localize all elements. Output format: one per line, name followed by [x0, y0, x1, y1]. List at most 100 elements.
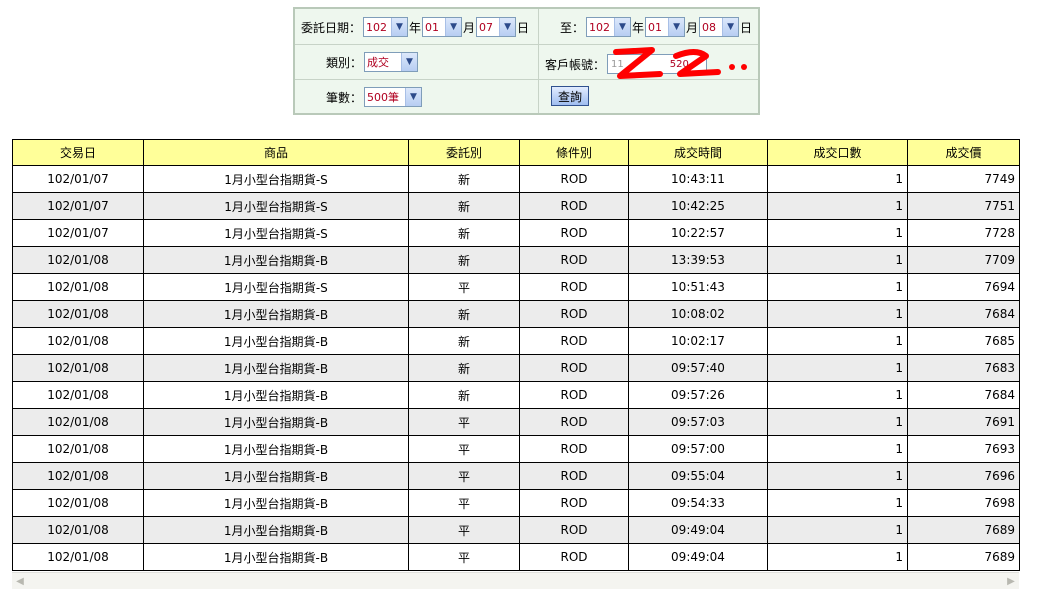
cell-fill-price: 7749 — [907, 165, 1020, 193]
table-row[interactable]: 102/01/08 1月小型台指期貨-B 平 ROD 09:49:04 1 7689 — [12, 516, 1020, 544]
cell-trade-date: 102/01/08 — [12, 381, 144, 409]
cell-trade-date: 102/01/08 — [12, 354, 144, 382]
query-button[interactable]: 查詢 — [551, 86, 590, 106]
header-product[interactable]: 商品 — [143, 139, 409, 166]
cell-product: 1月小型台指期貨-B — [143, 246, 409, 274]
table-row[interactable]: 102/01/08 1月小型台指期貨-B 平 ROD 09:57:00 1 7693 — [12, 435, 1020, 463]
cell-order-type: 新 — [408, 192, 520, 220]
cell-order-type: 平 — [408, 543, 520, 571]
table-row[interactable]: 102/01/08 1月小型台指期貨-S 平 ROD 10:51:43 1 7694 — [12, 273, 1020, 301]
account-label: 客戶帳號： — [545, 57, 606, 72]
cell-trade-date: 102/01/08 — [12, 246, 144, 274]
cell-fill-lots: 1 — [767, 165, 908, 193]
cell-fill-lots: 1 — [767, 381, 908, 409]
cell-trade-date: 102/01/07 — [12, 192, 144, 220]
to-day-select[interactable]: 08 ▼ — [699, 17, 740, 37]
horizontal-scrollbar[interactable]: ◀ ▶ — [12, 572, 1019, 589]
category-field: 類別： 成交 ▼ — [326, 50, 419, 74]
header-fill-price[interactable]: 成交價 — [907, 139, 1020, 166]
header-order-type[interactable]: 委託別 — [408, 139, 520, 166]
cell-product: 1月小型台指期貨-S — [143, 165, 409, 193]
table-row[interactable]: 102/01/08 1月小型台指期貨-B 新 ROD 10:08:02 1 7684 — [12, 300, 1020, 328]
cell-fill-time: 10:08:02 — [628, 300, 768, 328]
table-row[interactable]: 102/01/08 1月小型台指期貨-B 新 ROD 09:57:40 1 7683 — [12, 354, 1020, 382]
table-row[interactable]: 102/01/07 1月小型台指期貨-S 新 ROD 10:43:11 1 7749 — [12, 165, 1020, 193]
header-fill-time[interactable]: 成交時間 — [628, 139, 768, 166]
cell-trade-date: 102/01/08 — [12, 300, 144, 328]
cell-condition: ROD — [519, 435, 629, 463]
cell-order-type: 新 — [408, 219, 520, 247]
table-row[interactable]: 102/01/08 1月小型台指期貨-B 新 ROD 09:57:26 1 7684 — [12, 381, 1020, 409]
table-row[interactable]: 102/01/08 1月小型台指期貨-B 新 ROD 13:39:53 1 7709 — [12, 246, 1020, 274]
chevron-down-icon: ▼ — [445, 18, 462, 36]
cell-product: 1月小型台指期貨-B — [143, 543, 409, 571]
redaction-scribble — [613, 47, 747, 79]
cell-fill-time: 09:55:04 — [628, 462, 768, 490]
cell-fill-lots: 1 — [767, 543, 908, 571]
cell-fill-lots: 1 — [767, 354, 908, 382]
cell-fill-lots: 1 — [767, 246, 908, 274]
table-row[interactable]: 102/01/07 1月小型台指期貨-S 新 ROD 10:22:57 1 7728 — [12, 219, 1020, 247]
header-trade-date[interactable]: 交易日 — [12, 139, 144, 166]
from-day-select[interactable]: 07 ▼ — [476, 17, 517, 37]
cell-fill-time: 10:02:17 — [628, 327, 768, 355]
table-row[interactable]: 102/01/08 1月小型台指期貨-B 平 ROD 09:54:33 1 7698 — [12, 489, 1020, 517]
chevron-right-icon[interactable]: ▶ — [1003, 574, 1019, 589]
trade-table: 交易日 商品 委託別 條件別 成交時間 成交口數 成交價 102/01/07 1月… — [12, 139, 1020, 571]
cell-fill-price: 7691 — [907, 408, 1020, 436]
cell-trade-date: 102/01/08 — [12, 489, 144, 517]
cell-condition: ROD — [519, 273, 629, 301]
cell-product: 1月小型台指期貨-S — [143, 192, 409, 220]
from-year-select[interactable]: 102 ▼ — [363, 17, 409, 37]
cell-fill-time: 10:51:43 — [628, 273, 768, 301]
cell-condition: ROD — [519, 219, 629, 247]
cell-product: 1月小型台指期貨-B — [143, 462, 409, 490]
cell-condition: ROD — [519, 327, 629, 355]
chevron-down-icon: ▼ — [722, 18, 739, 36]
from-month-select[interactable]: 01 ▼ — [422, 17, 463, 37]
year-unit: 年 — [409, 20, 422, 35]
cell-fill-time: 13:39:53 — [628, 246, 768, 274]
cell-condition: ROD — [519, 192, 629, 220]
cell-trade-date: 102/01/08 — [12, 462, 144, 490]
cell-trade-date: 102/01/08 — [12, 435, 144, 463]
month-unit: 月 — [686, 20, 699, 35]
cell-fill-price: 7751 — [907, 192, 1020, 220]
to-month-select[interactable]: 01 ▼ — [645, 17, 686, 37]
cell-order-type: 新 — [408, 327, 520, 355]
chevron-down-icon: ▼ — [614, 18, 631, 36]
cell-trade-date: 102/01/08 — [12, 543, 144, 571]
cell-fill-lots: 1 — [767, 192, 908, 220]
form-divider — [538, 9, 539, 113]
cell-fill-price: 7696 — [907, 462, 1020, 490]
cell-condition: ROD — [519, 516, 629, 544]
cell-fill-price: 7689 — [907, 516, 1020, 544]
cell-fill-lots: 1 — [767, 516, 908, 544]
cell-fill-time: 10:42:25 — [628, 192, 768, 220]
header-condition[interactable]: 條件別 — [519, 139, 629, 166]
cell-fill-time: 10:43:11 — [628, 165, 768, 193]
header-fill-lots[interactable]: 成交口數 — [767, 139, 908, 166]
cell-fill-price: 7728 — [907, 219, 1020, 247]
cell-condition: ROD — [519, 489, 629, 517]
table-row[interactable]: 102/01/08 1月小型台指期貨-B 平 ROD 09:57:03 1 7691 — [12, 408, 1020, 436]
to-year-select[interactable]: 102 ▼ — [586, 17, 632, 37]
cell-order-type: 新 — [408, 354, 520, 382]
order-date-to: 至： 102 ▼ 年 01 ▼ 月 08 ▼ 日 — [560, 15, 753, 39]
cell-order-type: 平 — [408, 408, 520, 436]
table-header-row: 交易日 商品 委託別 條件別 成交時間 成交口數 成交價 — [12, 139, 1020, 166]
cell-order-type: 新 — [408, 246, 520, 274]
cell-product: 1月小型台指期貨-B — [143, 489, 409, 517]
cell-fill-time: 09:57:40 — [628, 354, 768, 382]
cell-fill-time: 09:49:04 — [628, 516, 768, 544]
cell-order-type: 新 — [408, 381, 520, 409]
count-select[interactable]: 500筆 ▼ — [364, 87, 423, 107]
table-row[interactable]: 102/01/08 1月小型台指期貨-B 新 ROD 10:02:17 1 7685 — [12, 327, 1020, 355]
to-label: 至： — [560, 20, 585, 35]
chevron-left-icon[interactable]: ◀ — [12, 574, 28, 589]
cell-fill-lots: 1 — [767, 273, 908, 301]
table-row[interactable]: 102/01/07 1月小型台指期貨-S 新 ROD 10:42:25 1 7751 — [12, 192, 1020, 220]
category-select[interactable]: 成交 ▼ — [364, 52, 419, 72]
table-row[interactable]: 102/01/08 1月小型台指期貨-B 平 ROD 09:49:04 1 7689 — [12, 543, 1020, 571]
table-row[interactable]: 102/01/08 1月小型台指期貨-B 平 ROD 09:55:04 1 7696 — [12, 462, 1020, 490]
